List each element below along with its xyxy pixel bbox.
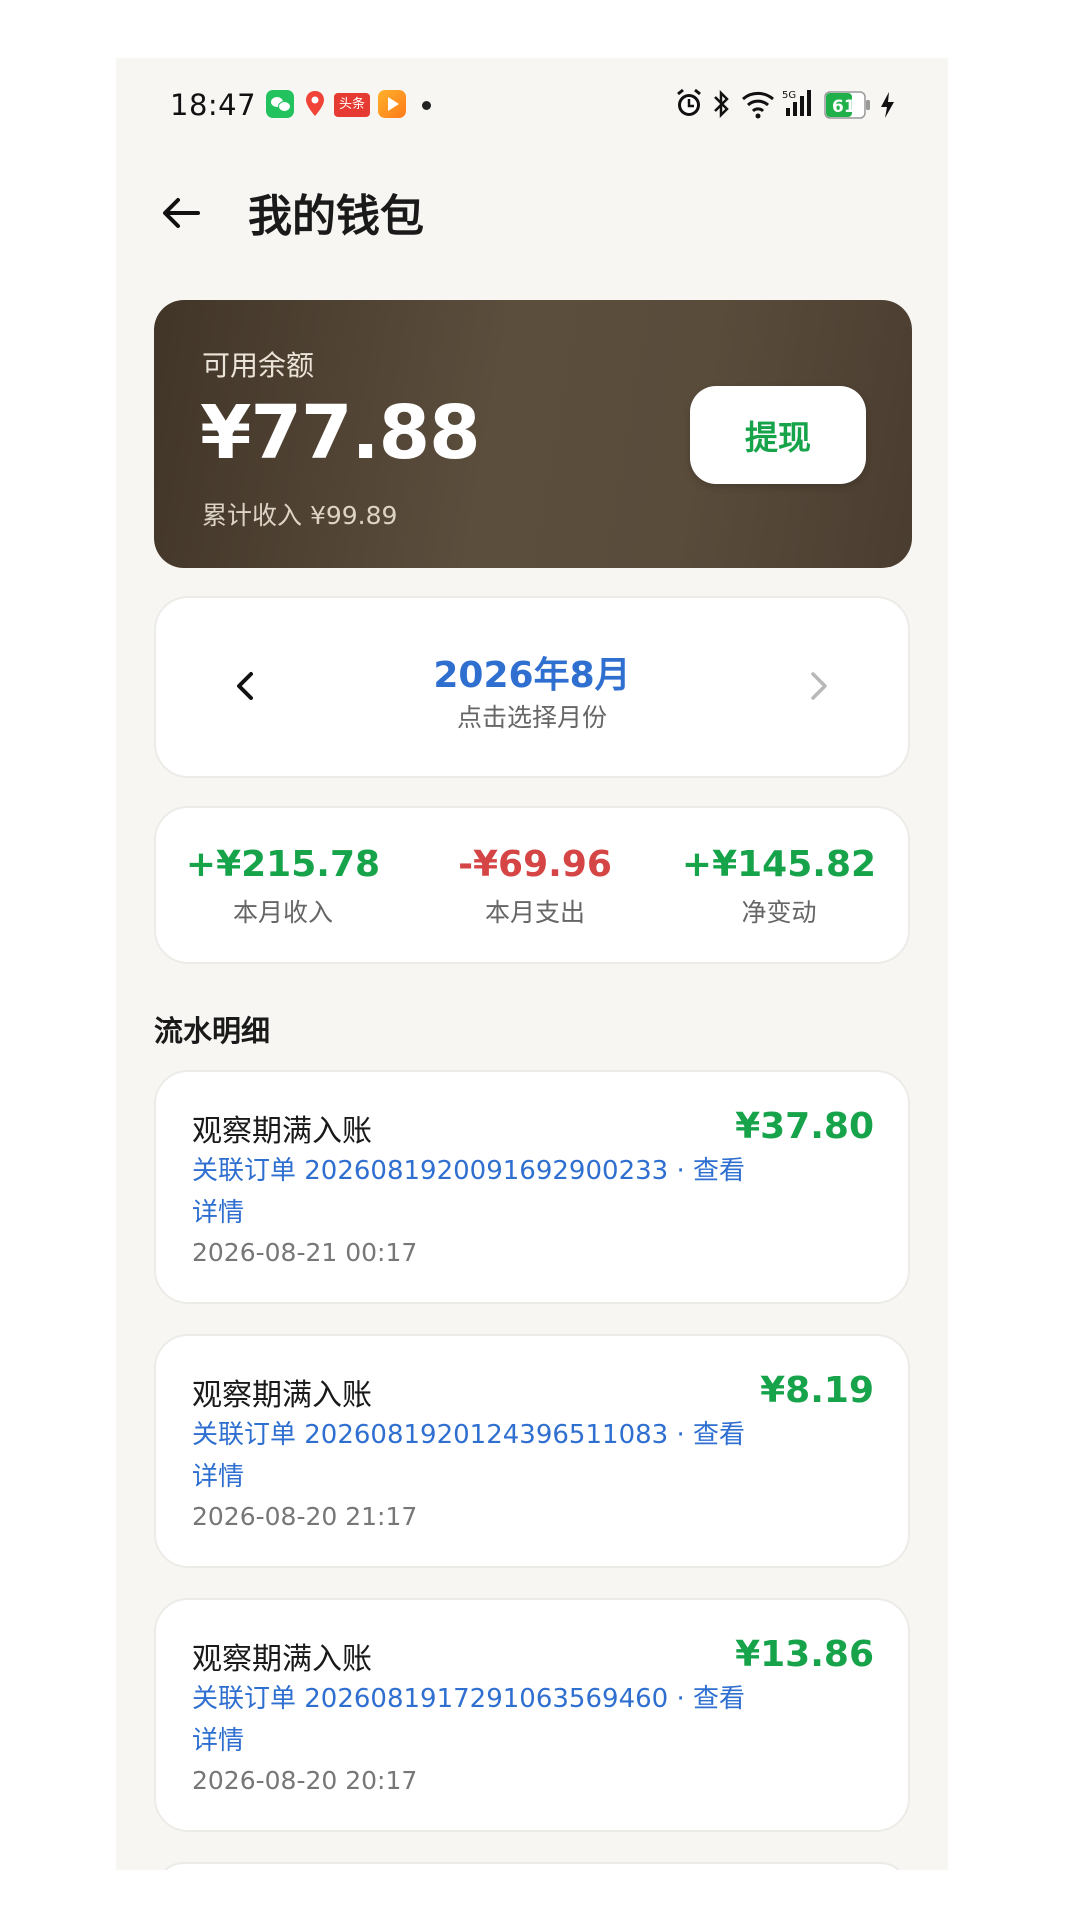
transaction-time: 2026-08-21 00:17 [192,1238,418,1267]
wechat-icon [266,90,294,118]
battery-level: 61 [832,97,856,117]
transaction-amount: ¥37.80 [735,1106,874,1147]
wifi-icon [740,88,778,124]
back-arrow-icon[interactable] [156,188,206,238]
charging-icon [878,90,896,124]
month-select-hint: 点击选择月份 [456,703,607,732]
order-detail-link[interactable]: 关联订单 20260819200916929002­33 · 查看详情 [192,1150,752,1234]
video-app-icon [378,90,406,118]
toutiao-icon: 头条 [334,93,370,117]
map-pin-icon [304,90,326,118]
expense-value: -¥69.96 [458,844,612,885]
page-title: 我的钱包 [248,191,424,242]
transaction-item[interactable]: 观察期满入账 ¥13.86 关联订单 20260819172910635694­… [154,1598,910,1832]
balance-label: 可用余额 [202,349,315,382]
net-change-value: +¥145.82 [681,844,877,885]
status-bar: 18:47 头条 5G 61 [116,58,948,154]
balance-card: 可用余额 ¥77.88 累计收入 ¥99.89 提现 [154,300,912,568]
next-month-icon[interactable] [798,666,838,706]
income-stat: +¥215.78 本月收入 [158,844,408,929]
transaction-time: 2026-08-20 21:17 [192,1502,418,1531]
system-icons: 5G 61 [674,88,904,122]
transaction-time: 2026-08-20 20:17 [192,1766,418,1795]
transaction-amount: ¥8.19 [760,1370,874,1411]
month-selector-card[interactable]: 2026年8月 点击选择月份 [154,596,910,778]
transaction-item[interactable]: 观察期满入账 ¥37.80 关联订单 20260819200916929002­… [154,1070,910,1304]
order-detail-link[interactable]: 关联订单 20260819172910635694­60 · 查看详情 [192,1678,752,1762]
expense-label: 本月支出 [484,898,585,927]
withdraw-button[interactable]: 提现 [690,386,866,484]
status-time: 18:47 [170,88,257,122]
bluetooth-icon [712,88,730,124]
income-label: 本月收入 [232,898,333,927]
phone-screen: 18:47 头条 5G 61 我的钱包 可用余额 ¥77.88 累计收入 ¥99… [116,58,948,1870]
transaction-title: 观察期满入账 [192,1114,372,1149]
battery-icon: 61 [824,90,872,124]
expense-stat: -¥69.96 本月支出 [410,844,660,929]
alarm-icon [674,88,704,124]
transaction-title: 观察期满入账 [192,1378,372,1413]
net-change-stat: +¥145.82 净变动 [654,844,904,929]
transaction-item-partial[interactable] [154,1862,910,1870]
order-detail-link[interactable]: 关联订单 20260819201243965110­83 · 查看详情 [192,1414,752,1498]
transaction-amount: ¥13.86 [735,1634,874,1675]
monthly-stats-card: +¥215.78 本月收入 -¥69.96 本月支出 +¥145.82 净变动 [154,806,910,964]
net-change-label: 净变动 [741,898,817,927]
income-value: +¥215.78 [185,844,381,885]
more-notifications-dot-icon [422,101,431,110]
section-title: 流水明细 [154,1014,271,1048]
balance-amount: ¥77.88 [200,390,481,476]
selected-month[interactable]: 2026年8月 [156,646,908,698]
transaction-item[interactable]: 观察期满入账 ¥8.19 关联订单 20260819201243965110­8… [154,1334,910,1568]
transaction-title: 观察期满入账 [192,1642,372,1677]
network-type-label: 5G [782,90,796,101]
cumulative-income: 累计收入 ¥99.89 [202,501,398,530]
signal-icon: 5G [782,88,816,124]
